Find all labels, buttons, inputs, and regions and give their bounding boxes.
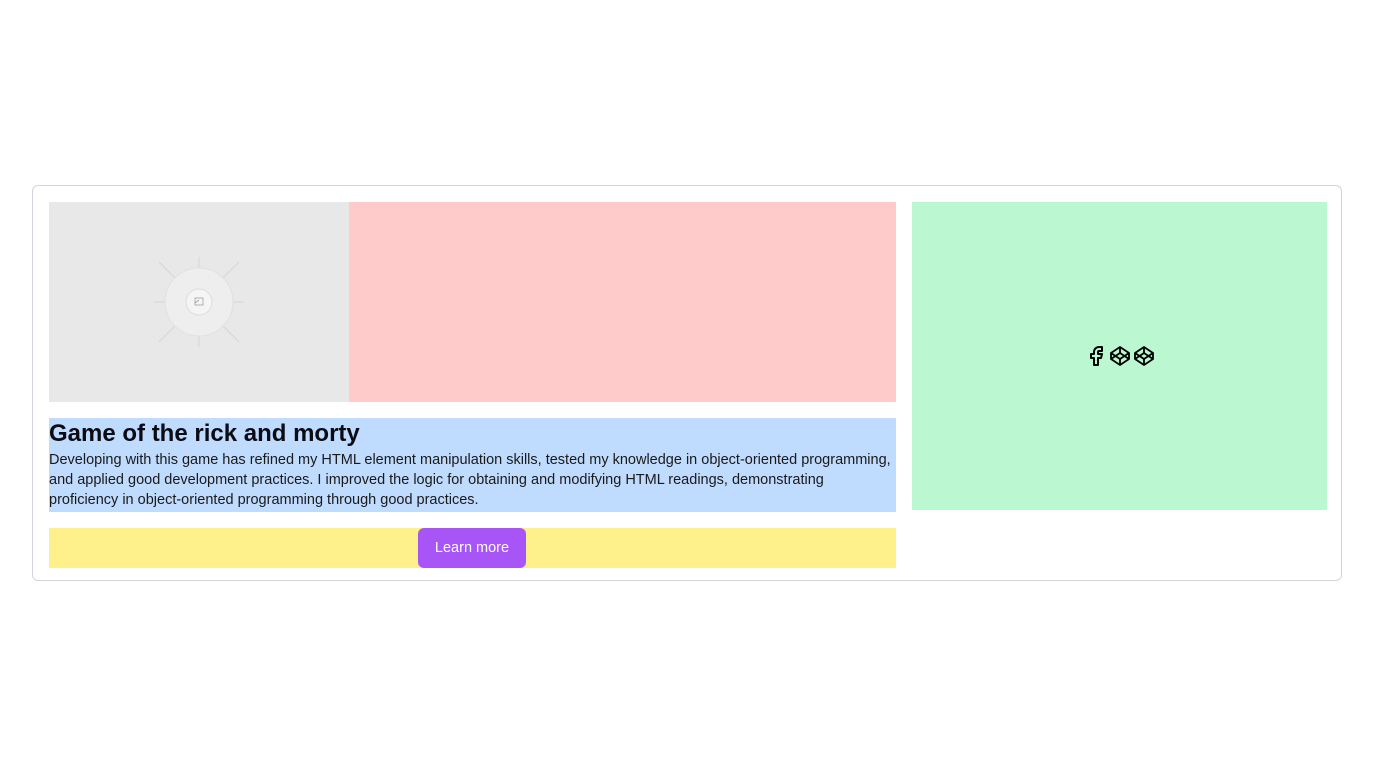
project-description: Developing with this game has refined my… <box>49 452 891 508</box>
action-row: Learn more <box>49 528 896 568</box>
image-placeholder-icon <box>154 257 244 347</box>
codepen-icon[interactable] <box>1132 344 1156 368</box>
project-card: Game of the rick and morty Developing wi… <box>32 185 1342 581</box>
social-panel <box>912 202 1327 510</box>
project-title: Game of the rick and morty <box>49 420 360 447</box>
project-text: Game of the rick and morty Developing wi… <box>49 418 896 512</box>
codepen-icon[interactable] <box>1108 344 1132 368</box>
project-image <box>49 202 349 402</box>
social-links <box>1084 344 1156 368</box>
media-row <box>49 202 896 402</box>
learn-more-button[interactable]: Learn more <box>418 528 526 568</box>
facebook-icon[interactable] <box>1084 344 1108 368</box>
project-content: Game of the rick and morty Developing wi… <box>49 202 896 568</box>
media-panel <box>349 202 896 402</box>
